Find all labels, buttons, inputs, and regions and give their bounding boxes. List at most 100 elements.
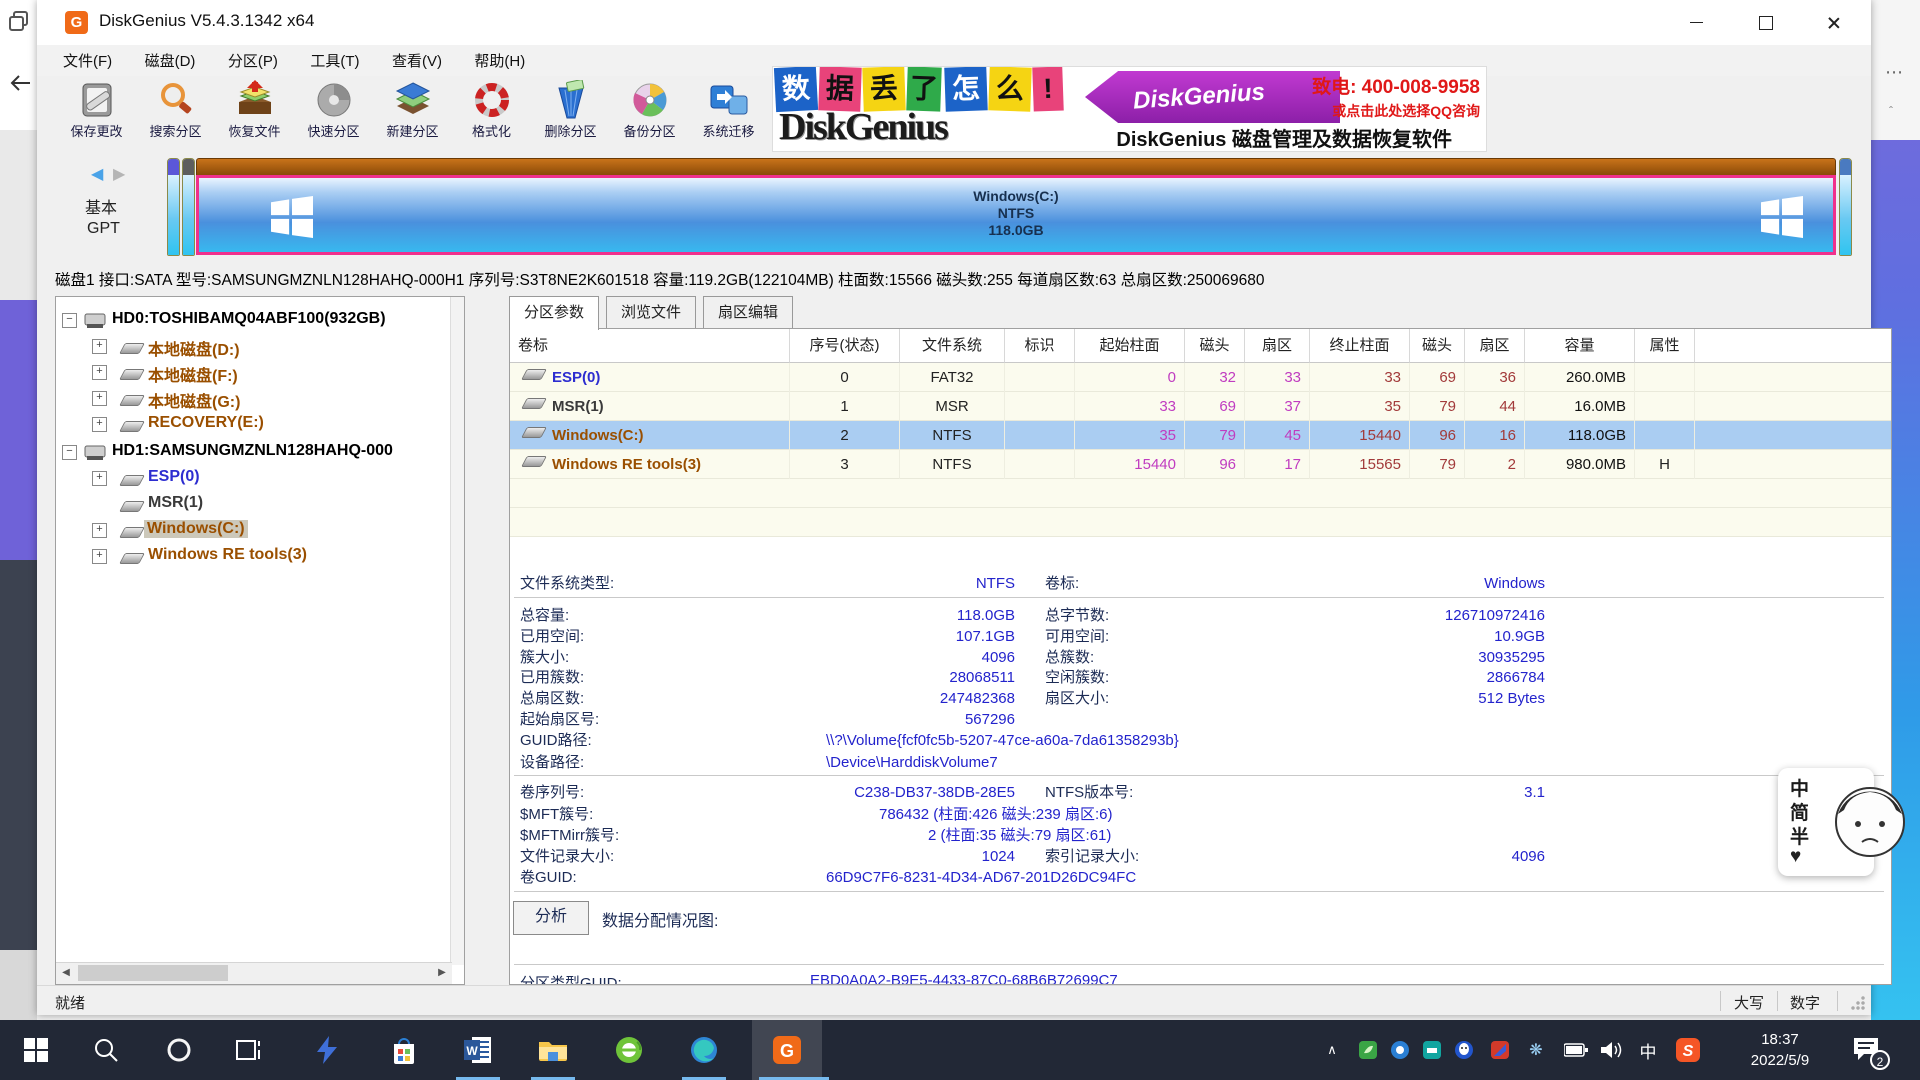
ime-indicator[interactable]: 中	[1636, 1038, 1660, 1062]
tray-app-teal-icon[interactable]	[1420, 1038, 1444, 1062]
snowflake-icon[interactable]: ❋	[1524, 1038, 1548, 1062]
tab-partition-params[interactable]: 分区参数	[509, 296, 599, 330]
backup-partition-button[interactable]: 备份分区	[610, 78, 689, 150]
table-row-esp[interactable]: ESP(0) 0 FAT32 0 32 33 33 69 36 260.0MB	[510, 363, 1891, 392]
tray-app-qq-icon[interactable]	[1452, 1038, 1476, 1062]
taskbar-clock[interactable]: 18:37 2022/5/9	[1725, 1029, 1835, 1071]
pinned-app-edge[interactable]	[676, 1020, 732, 1080]
scrollbar-thumb[interactable]	[78, 965, 228, 981]
desktop-left-strip	[0, 0, 37, 1020]
re-tools-partition-bar[interactable]	[1839, 158, 1852, 256]
save-changes-button[interactable]: 保存更改	[57, 78, 136, 150]
table-row-windows-re[interactable]: Windows RE tools(3) 3 NTFS 15440 96 17 1…	[510, 450, 1891, 479]
menu-file[interactable]: 文件(F)	[49, 45, 126, 76]
heart-icon[interactable]: ♥	[1790, 846, 1801, 868]
col-header[interactable]: 标识	[1005, 329, 1075, 363]
quick-partition-button[interactable]: 快速分区	[294, 78, 373, 150]
tree-horizontal-scrollbar[interactable]: ◀ ▶	[56, 962, 452, 984]
next-disk-arrow-icon[interactable]: ▶	[113, 164, 125, 184]
maximize-button[interactable]	[1735, 0, 1797, 45]
table-row-msr[interactable]: MSR(1) 1 MSR 33 69 37 35 79 44 16.0MB	[510, 392, 1891, 421]
expand-box-icon[interactable]: +	[92, 365, 107, 380]
tab-browse-files[interactable]: 浏览文件	[606, 296, 696, 328]
col-header[interactable]: 扇区	[1245, 329, 1310, 363]
minimize-button[interactable]	[1665, 0, 1727, 45]
expand-box-icon[interactable]: +	[92, 549, 107, 564]
menu-disk[interactable]: 磁盘(D)	[131, 45, 210, 76]
ime-halfwidth-char[interactable]: 半	[1790, 822, 1809, 849]
window-restore-icon[interactable]	[8, 10, 30, 32]
volume-icon[interactable]	[1600, 1038, 1624, 1062]
more-icon[interactable]: ⋯	[1885, 62, 1903, 83]
ime-status-panel[interactable]: 中 简 半 ♥	[1778, 768, 1874, 876]
search-partition-button[interactable]: 搜索分区	[136, 78, 215, 150]
analyze-button[interactable]: 分析	[513, 901, 589, 935]
menu-help[interactable]: 帮助(H)	[460, 45, 539, 76]
desktop-dark-strip	[0, 560, 37, 950]
windows-start-icon	[23, 1037, 49, 1063]
col-header[interactable]: 终止柱面	[1310, 329, 1410, 363]
resize-grip[interactable]	[1851, 996, 1865, 1010]
system-migrate-button[interactable]: 系统迁移	[689, 78, 768, 150]
start-button[interactable]	[8, 1020, 64, 1080]
col-header[interactable]: 扇区	[1465, 329, 1525, 363]
col-header[interactable]: 容量	[1525, 329, 1635, 363]
task-view-button[interactable]	[222, 1020, 278, 1080]
table-row-windows-c[interactable]: Windows(C:) 2 NTFS 35 79 45 15440 96 16 …	[510, 421, 1891, 450]
expand-box-icon[interactable]: +	[92, 417, 107, 432]
delete-partition-button[interactable]: 删除分区	[531, 78, 610, 150]
collapse-icon[interactable]: ˆ	[1889, 104, 1893, 118]
close-button[interactable]	[1803, 0, 1865, 45]
action-center-button[interactable]: 2	[1852, 1036, 1882, 1064]
taskbar-search-button[interactable]	[78, 1020, 134, 1080]
format-button[interactable]: 格式化	[452, 78, 531, 150]
collapse-box-icon[interactable]: −	[62, 445, 77, 460]
ime-simplified-char[interactable]: 简	[1790, 798, 1809, 825]
tray-app-blue-circle-icon[interactable]	[1388, 1038, 1412, 1062]
col-header[interactable]: 磁头	[1410, 329, 1465, 363]
ime-mode-char[interactable]: 中	[1790, 774, 1809, 801]
tray-app-green-icon[interactable]	[1356, 1038, 1380, 1062]
menu-view[interactable]: 查看(V)	[378, 45, 456, 76]
recover-files-button[interactable]: 恢复文件	[215, 78, 294, 150]
banner-contact[interactable]: 致电: 400-008-9958 或点击此处选择QQ咨询	[1312, 72, 1480, 121]
expand-box-icon[interactable]: +	[92, 471, 107, 486]
new-partition-button[interactable]: 新建分区	[373, 78, 452, 150]
diskgenius-window: G DiskGenius V5.4.3.1342 x64 文件(F) 磁盘(D)…	[37, 0, 1871, 1015]
tray-app-red-icon[interactable]	[1488, 1038, 1512, 1062]
col-header[interactable]: 起始柱面	[1075, 329, 1185, 363]
tray-expand-icon[interactable]: ∧	[1320, 1038, 1344, 1062]
prev-disk-arrow-icon[interactable]: ◀	[91, 164, 103, 184]
tab-sector-edit[interactable]: 扇区编辑	[703, 296, 793, 328]
back-arrow-icon[interactable]	[8, 72, 32, 94]
partition-icon	[119, 527, 145, 538]
msr-partition-bar[interactable]	[182, 158, 195, 256]
col-header[interactable]: 属性	[1635, 329, 1695, 363]
col-header[interactable]: 磁头	[1185, 329, 1245, 363]
pinned-app-360browser[interactable]	[601, 1020, 657, 1080]
windows-c-partition-bar[interactable]: Windows(C:) NTFS 118.0GB	[196, 175, 1836, 255]
cortana-button[interactable]	[151, 1020, 207, 1080]
battery-icon[interactable]	[1564, 1038, 1588, 1062]
pinned-app-flash[interactable]	[299, 1020, 355, 1080]
taskbar-diskgenius-button[interactable]: G	[759, 1020, 815, 1080]
expand-box-icon[interactable]: +	[92, 391, 107, 406]
tree-vertical-scrollbar[interactable]	[450, 297, 464, 965]
col-header[interactable]: 文件系统	[900, 329, 1005, 363]
menu-tools[interactable]: 工具(T)	[296, 45, 373, 76]
collapse-box-icon[interactable]: −	[62, 313, 77, 328]
esp-partition-bar[interactable]	[167, 158, 180, 256]
scroll-left-icon[interactable]: ◀	[56, 963, 76, 983]
menu-partition[interactable]: 分区(P)	[214, 45, 292, 76]
col-header[interactable]: 序号(状态)	[790, 329, 900, 363]
ad-banner[interactable]: DiskGenius 数 据 丢 了 怎 么 ! DiskGenius 致电: …	[772, 66, 1487, 152]
expand-box-icon[interactable]: +	[92, 339, 107, 354]
qq-consult-link: 或点击此处选择QQ咨询	[1312, 101, 1480, 121]
expand-box-icon[interactable]: +	[92, 523, 107, 538]
sogou-icon[interactable]: S	[1676, 1038, 1700, 1062]
col-header[interactable]: 卷标	[510, 329, 790, 363]
pinned-app-store[interactable]	[376, 1020, 432, 1080]
pinned-app-explorer[interactable]	[525, 1020, 581, 1080]
scroll-right-icon[interactable]: ▶	[432, 963, 452, 983]
pinned-app-word[interactable]: W	[450, 1020, 506, 1080]
